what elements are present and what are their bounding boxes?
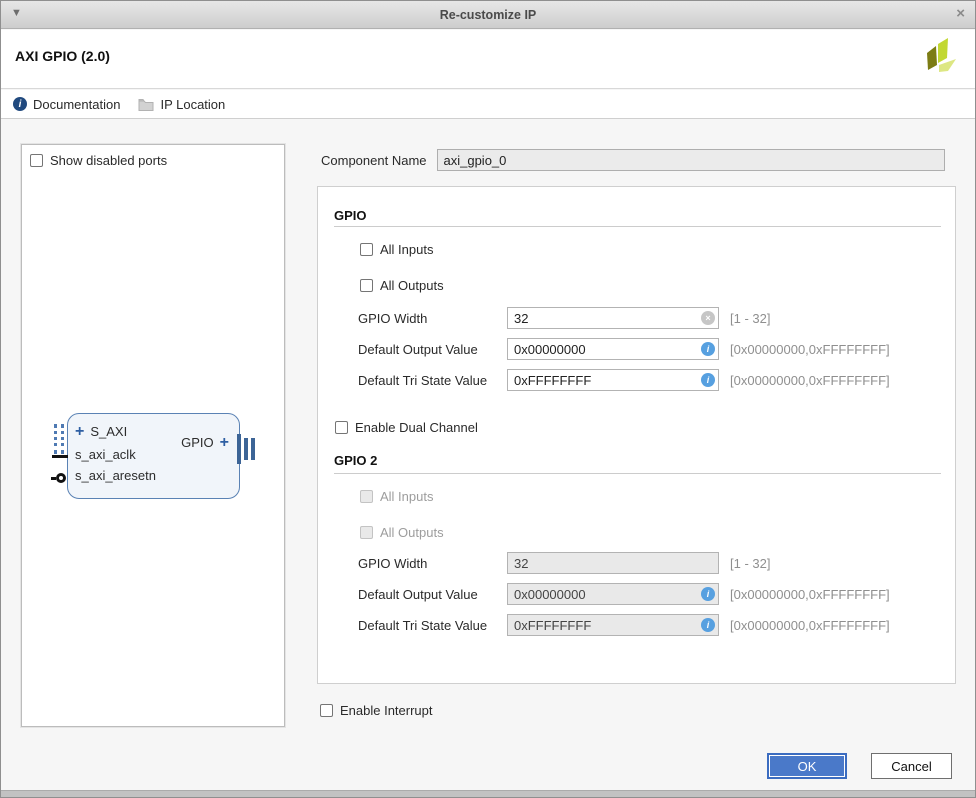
gpio-all-outputs-label: All Outputs — [380, 278, 444, 293]
ip-location-label: IP Location — [160, 97, 225, 112]
gpio-expand-icon[interactable]: + — [220, 437, 229, 449]
gpio-section-rule — [334, 226, 941, 227]
gpio2-default-output-value-label: Default Output Value — [358, 587, 507, 602]
documentation-info-icon: i — [13, 97, 27, 111]
default-output-value-input[interactable] — [507, 338, 719, 360]
gpio-width-range: [1 - 32] — [730, 311, 770, 326]
xilinx-logo-icon — [923, 38, 961, 83]
enable-dual-channel-checkbox-row[interactable]: Enable Dual Channel — [335, 420, 478, 435]
enable-dual-channel-checkbox[interactable] — [335, 421, 348, 434]
default-output-value-range: [0x00000000,0xFFFFFFFF] — [730, 342, 890, 357]
gpio2-all-outputs-label: All Outputs — [380, 525, 444, 540]
window-title: Re-customize IP — [440, 8, 537, 22]
ip-block-diagram: + S_AXI s_axi_aclk s_axi_aresetn GPIO + — [67, 413, 240, 499]
s-axi-aresetn-label: s_axi_aresetn — [75, 468, 156, 483]
ok-button[interactable]: OK — [767, 753, 847, 779]
dialog-header: AXI GPIO (2.0) — [1, 30, 975, 89]
s-axi-aresetn-port: s_axi_aresetn — [75, 468, 156, 483]
window-menu-icon[interactable]: ▼ — [11, 7, 22, 19]
info-icon[interactable]: i — [701, 373, 715, 387]
gpio-interface-stub-icon — [237, 434, 255, 464]
gpio-all-inputs-label: All Inputs — [380, 242, 433, 257]
recustomize-ip-dialog: ▼ Re-customize IP × AXI GPIO (2.0) i Doc… — [0, 0, 976, 798]
enable-interrupt-label: Enable Interrupt — [340, 703, 433, 718]
gpio2-default-output-value-row: Default Output Value i [0x00000000,0xFFF… — [358, 583, 890, 605]
window-bottom-edge — [1, 790, 975, 797]
s-axi-aclk-port: s_axi_aclk — [75, 447, 136, 462]
close-icon[interactable]: × — [956, 5, 965, 22]
default-tri-state-value-range: [0x00000000,0xFFFFFFFF] — [730, 373, 890, 388]
gpio2-section-heading: GPIO 2 — [334, 453, 377, 468]
show-disabled-ports-label: Show disabled ports — [50, 153, 167, 168]
dialog-toolbar: i Documentation IP Location — [1, 90, 975, 119]
s-axi-aclk-label: s_axi_aclk — [75, 447, 136, 462]
gpio-all-inputs-checkbox[interactable] — [360, 243, 373, 256]
show-disabled-ports-checkbox-row[interactable]: Show disabled ports — [30, 153, 167, 168]
enable-interrupt-checkbox[interactable] — [320, 704, 333, 717]
gpio-port-label: GPIO — [181, 435, 214, 450]
gpio-all-outputs-checkbox-row[interactable]: All Outputs — [360, 278, 444, 293]
s-axi-interface-stub-icon — [54, 424, 64, 454]
show-disabled-ports-checkbox[interactable] — [30, 154, 43, 167]
gpio-width-input[interactable] — [507, 307, 719, 329]
folder-icon — [138, 98, 154, 111]
gpio2-default-tri-state-value-row: Default Tri State Value i [0x00000000,0x… — [358, 614, 890, 636]
titlebar: ▼ Re-customize IP × — [1, 1, 975, 29]
gpio2-default-tri-state-value-label: Default Tri State Value — [358, 618, 507, 633]
default-output-value-row: Default Output Value i [0x00000000,0xFFF… — [358, 338, 890, 360]
ip-location-link[interactable]: IP Location — [138, 97, 225, 112]
gpio-port[interactable]: GPIO + — [181, 435, 229, 450]
cancel-button[interactable]: Cancel — [871, 753, 952, 779]
gpio-section-heading: GPIO — [334, 208, 367, 223]
gpio-config-panel: GPIO All Inputs All Outputs GPIO Width ×… — [317, 186, 956, 684]
gpio2-all-inputs-label: All Inputs — [380, 489, 433, 504]
info-icon: i — [701, 587, 715, 601]
gpio2-width-label: GPIO Width — [358, 556, 507, 571]
component-name-row: Component Name — [321, 149, 945, 171]
gpio2-default-tri-state-value-input — [507, 614, 719, 636]
gpio2-all-outputs-checkbox — [360, 526, 373, 539]
info-icon[interactable]: i — [701, 342, 715, 356]
component-name-label: Component Name — [321, 153, 427, 168]
ip-symbol-panel: Show disabled ports + S_AXI s_axi_aclk — [21, 144, 285, 727]
documentation-label: Documentation — [33, 97, 120, 112]
default-tri-state-value-row: Default Tri State Value i [0x00000000,0x… — [358, 369, 890, 391]
info-icon: i — [701, 618, 715, 632]
default-output-value-label: Default Output Value — [358, 342, 507, 357]
gpio2-all-inputs-checkbox-row: All Inputs — [360, 489, 433, 504]
gpio2-width-row: GPIO Width [1 - 32] — [358, 552, 770, 574]
reset-pin-stub-icon — [51, 473, 66, 483]
gpio2-section-rule — [334, 473, 941, 474]
default-tri-state-value-input[interactable] — [507, 369, 719, 391]
gpio2-default-output-value-range: [0x00000000,0xFFFFFFFF] — [730, 587, 890, 602]
gpio2-default-tri-state-value-range: [0x00000000,0xFFFFFFFF] — [730, 618, 890, 633]
gpio2-width-input — [507, 552, 719, 574]
gpio2-default-output-value-input — [507, 583, 719, 605]
dialog-body: Show disabled ports + S_AXI s_axi_aclk — [1, 119, 976, 793]
clock-pin-stub-icon — [52, 455, 68, 458]
s-axi-label: S_AXI — [90, 424, 127, 439]
component-name-input[interactable] — [437, 149, 945, 171]
s-axi-expand-icon[interactable]: + — [75, 426, 84, 438]
page-title: AXI GPIO (2.0) — [15, 48, 110, 64]
documentation-link[interactable]: i Documentation — [13, 97, 120, 112]
enable-interrupt-checkbox-row[interactable]: Enable Interrupt — [320, 703, 433, 718]
gpio2-all-inputs-checkbox — [360, 490, 373, 503]
enable-dual-channel-label: Enable Dual Channel — [355, 420, 478, 435]
clear-icon[interactable]: × — [701, 311, 715, 325]
s-axi-port[interactable]: + S_AXI — [75, 424, 127, 439]
default-tri-state-value-label: Default Tri State Value — [358, 373, 507, 388]
gpio-all-outputs-checkbox[interactable] — [360, 279, 373, 292]
gpio2-all-outputs-checkbox-row: All Outputs — [360, 525, 444, 540]
gpio2-width-range: [1 - 32] — [730, 556, 770, 571]
gpio-width-label: GPIO Width — [358, 311, 507, 326]
gpio-width-row: GPIO Width × [1 - 32] — [358, 307, 770, 329]
gpio-all-inputs-checkbox-row[interactable]: All Inputs — [360, 242, 433, 257]
